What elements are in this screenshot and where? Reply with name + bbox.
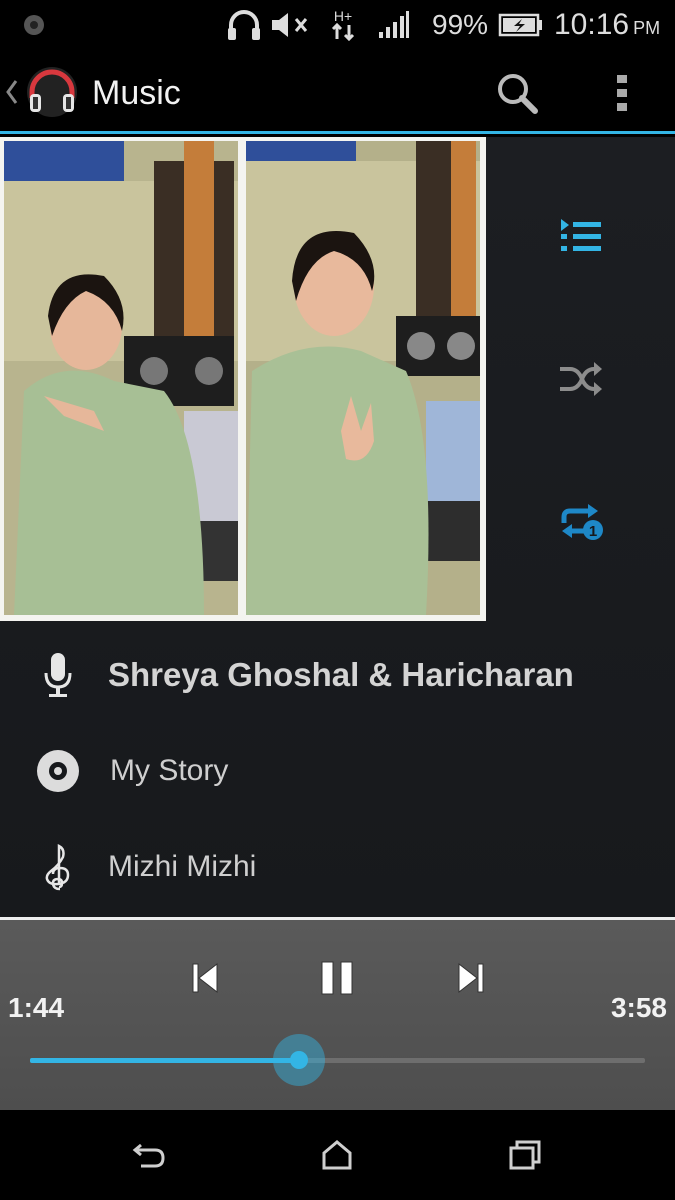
- navigation-bar: [0, 1110, 675, 1200]
- signal-icon: [378, 0, 410, 50]
- mute-icon: [270, 0, 310, 50]
- svg-text:1: 1: [589, 523, 597, 540]
- track-title: Mizhi Mizhi: [108, 850, 257, 883]
- pause-icon[interactable]: [302, 950, 372, 1006]
- album-photo-right: [246, 141, 480, 615]
- notification-dot-icon: [22, 0, 46, 50]
- side-controls: 1: [486, 137, 675, 621]
- album-name: My Story: [110, 754, 229, 787]
- title-row: Mizhi Mizhi: [0, 819, 675, 915]
- artist-name: Shreya Ghoshal & Haricharan: [108, 656, 574, 693]
- album-row: My Story: [0, 723, 675, 819]
- now-playing-panel: 1 Shreya Ghoshal & Haricharan My Story M…: [0, 137, 675, 917]
- microphone-icon: [8, 651, 108, 699]
- back-icon[interactable]: [114, 1130, 184, 1180]
- album-disc-icon: [8, 748, 108, 794]
- overflow-menu-icon[interactable]: [600, 66, 644, 120]
- repeat-one-icon[interactable]: 1: [546, 493, 616, 553]
- shuffle-icon[interactable]: [546, 349, 616, 409]
- battery-charging-icon: [498, 0, 544, 50]
- headset-icon: [226, 0, 262, 50]
- app-title: Music: [92, 74, 181, 112]
- status-bar: H+ 99% 10:16 PM: [0, 0, 675, 50]
- action-bar: Music: [0, 50, 675, 134]
- recents-icon[interactable]: [490, 1130, 560, 1180]
- seek-thumb[interactable]: [272, 1034, 325, 1086]
- playlist-icon[interactable]: [546, 207, 616, 267]
- previous-icon[interactable]: [170, 950, 240, 1006]
- treble-clef-icon: [8, 843, 108, 891]
- clock: 10:16 PM: [554, 8, 661, 41]
- search-icon[interactable]: [490, 66, 544, 120]
- headphones-app-icon: [24, 64, 80, 120]
- up-navigation[interactable]: [4, 50, 86, 134]
- album-art: [0, 137, 486, 621]
- seek-bar[interactable]: [30, 1034, 645, 1086]
- home-icon[interactable]: [302, 1130, 372, 1180]
- next-icon[interactable]: [436, 950, 506, 1006]
- elapsed-time: 1:44: [8, 992, 65, 1023]
- back-chevron-icon: [4, 77, 20, 107]
- playback-controls: 1:44 3:58: [0, 920, 675, 1110]
- hplus-data-icon: H+: [330, 0, 356, 50]
- total-duration: 3:58: [610, 992, 667, 1023]
- album-photo-left: [4, 141, 238, 615]
- artist-row: Shreya Ghoshal & Haricharan: [0, 627, 675, 723]
- seek-progress: [30, 1058, 299, 1063]
- battery-percent: 99%: [432, 9, 489, 40]
